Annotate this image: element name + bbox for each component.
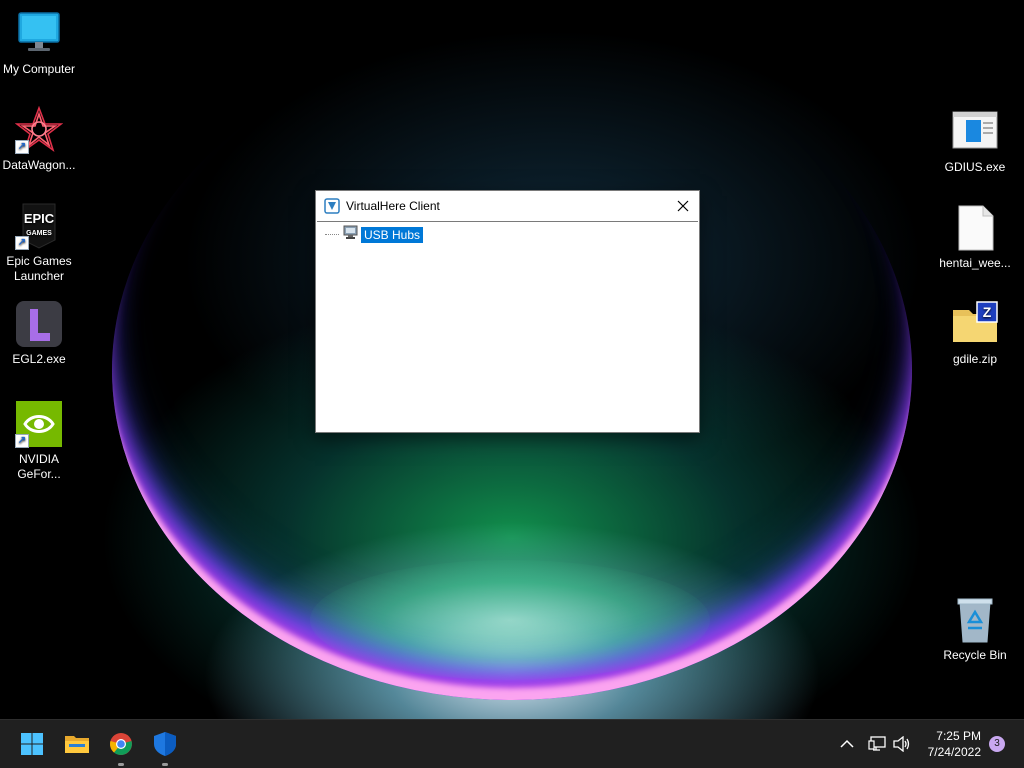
virtualhere-app-icon	[324, 198, 340, 214]
tray-overflow-button[interactable]	[840, 720, 854, 768]
egl2-icon	[15, 300, 63, 348]
blank-file-icon	[951, 204, 999, 252]
usb-tree-view[interactable]: USB Hubs	[317, 221, 698, 431]
tree-item-usb-hubs[interactable]: USB Hubs	[325, 224, 424, 245]
desktop-icon-label: gdile.zip	[952, 352, 998, 366]
clock[interactable]: 7:25 PM 7/24/2022	[928, 728, 981, 760]
window-titlebar[interactable]: VirtualHere Client	[316, 191, 699, 221]
notification-badge[interactable]: 3	[989, 736, 1005, 752]
desktop-icon-label: hentai_wee...	[939, 256, 1011, 270]
desktop-icon-label: GDIUS.exe	[944, 160, 1006, 174]
tree-item-label: USB Hubs	[361, 226, 424, 243]
desktop-icon-datawagon[interactable]: ↗ DataWagon...	[0, 105, 78, 173]
desktop-icon-gdius[interactable]: GDIUS.exe	[936, 108, 1014, 175]
recycle-bin-icon	[951, 596, 999, 644]
chrome-button[interactable]	[105, 728, 137, 766]
wallpaper-glow	[310, 560, 710, 680]
usb-hub-icon	[343, 224, 359, 245]
chrome-icon	[110, 733, 132, 755]
shortcut-arrow-icon: ↗	[15, 140, 29, 154]
clock-date: 7/24/2022	[927, 745, 981, 759]
epic-games-icon: EPIC GAMES ↗	[15, 202, 63, 250]
svg-text:GAMES: GAMES	[26, 230, 52, 237]
nvidia-icon: ↗	[15, 400, 63, 448]
desktop-icon-egl2[interactable]: EGL2.exe	[0, 300, 78, 367]
chevron-up-icon	[840, 739, 854, 748]
desktop-icon-label: EGL2.exe	[12, 352, 66, 366]
desktop-icon-label: NVIDIA GeFor...	[17, 452, 61, 481]
volume-icon	[893, 736, 910, 752]
folder-icon	[65, 736, 89, 753]
network-button[interactable]	[868, 720, 886, 768]
desktop-icon-label: DataWagon...	[2, 158, 76, 172]
desktop-icon-gdile-zip[interactable]: Z gdile.zip	[936, 300, 1014, 367]
taskbar: 7:25 PM 7/24/2022 3	[0, 719, 1024, 768]
desktop-icon-hentai-file[interactable]: hentai_wee...	[936, 204, 1014, 271]
shortcut-arrow-icon: ↗	[15, 434, 29, 448]
start-button[interactable]	[16, 728, 48, 760]
file-explorer-button[interactable]	[61, 728, 93, 760]
zip-folder-icon: Z	[951, 300, 999, 348]
desktop-icon-label: Recycle Bin	[943, 648, 1007, 662]
volume-button[interactable]	[893, 720, 911, 768]
desktop-icon-recycle-bin[interactable]: Recycle Bin	[936, 596, 1014, 663]
close-icon	[677, 200, 689, 212]
close-button[interactable]	[667, 191, 699, 221]
gdius-app-icon	[951, 108, 999, 156]
desktop-icon-label: Epic Games Launcher	[6, 254, 72, 283]
desktop-icon-epic-games[interactable]: EPIC GAMES ↗ Epic Games Launcher	[0, 202, 78, 284]
datawagon-logo-icon: ↗	[14, 105, 64, 154]
shield-icon	[154, 732, 176, 756]
network-icon	[868, 736, 886, 751]
running-indicator	[162, 763, 168, 766]
desktop-icon-my-computer[interactable]: My Computer	[0, 10, 78, 77]
virtualhere-client-window[interactable]: VirtualHere Client USB Hubs	[315, 190, 700, 433]
svg-text:Z: Z	[983, 304, 992, 320]
tree-connector	[325, 234, 339, 235]
shortcut-arrow-icon: ↗	[15, 236, 29, 250]
running-indicator	[118, 763, 124, 766]
windows-logo-icon	[21, 733, 43, 755]
clock-time: 7:25 PM	[936, 729, 981, 743]
desktop-icon-nvidia[interactable]: ↗ NVIDIA GeFor...	[0, 400, 78, 482]
defender-button[interactable]	[149, 728, 181, 766]
svg-text:EPIC: EPIC	[24, 211, 55, 226]
desktop-icon-label: My Computer	[2, 62, 76, 76]
monitor-icon	[15, 10, 63, 58]
window-title: VirtualHere Client	[346, 199, 440, 213]
